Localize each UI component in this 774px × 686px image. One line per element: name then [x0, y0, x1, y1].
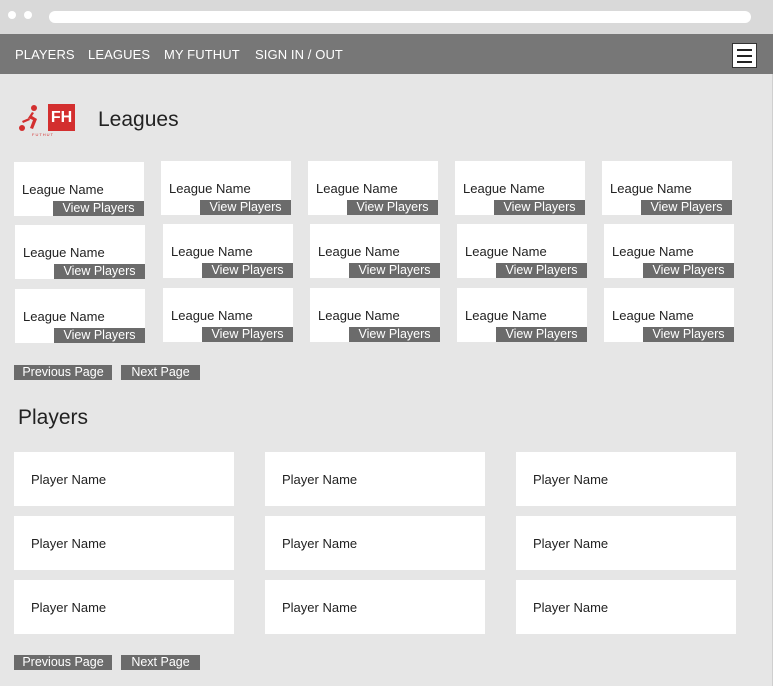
logo-mark: FH — [48, 104, 75, 131]
league-card[interactable]: League Name View Players — [15, 225, 145, 279]
player-card[interactable]: Player Name — [516, 516, 736, 570]
nav-item-players[interactable]: PLAYERS — [15, 47, 75, 62]
view-players-button[interactable]: View Players — [202, 263, 293, 278]
league-name: League Name — [318, 308, 400, 323]
players-next-page-button[interactable]: Next Page — [121, 655, 200, 670]
player-name: Player Name — [282, 600, 358, 615]
view-players-button[interactable]: View Players — [496, 263, 587, 278]
league-card[interactable]: League Name View Players — [310, 288, 440, 342]
leagues-previous-page-button[interactable]: Previous Page — [14, 365, 112, 380]
player-card[interactable]: Player Name — [14, 580, 234, 634]
league-name: League Name — [23, 245, 105, 260]
league-card[interactable]: League Name View Players — [457, 224, 587, 278]
player-kick-icon — [19, 105, 37, 131]
nav-item-sign-in-out[interactable]: SIGN IN / OUT — [255, 47, 343, 62]
league-card[interactable]: League Name View Players — [163, 224, 293, 278]
player-card[interactable]: Player Name — [265, 452, 485, 506]
browser-chrome — [0, 0, 773, 34]
leagues-title: Leagues — [98, 108, 179, 131]
league-name: League Name — [612, 244, 694, 259]
view-players-button[interactable]: View Players — [54, 264, 145, 279]
view-players-button[interactable]: View Players — [202, 327, 293, 342]
browser-window: PLAYERS LEAGUES MY FUTHUT SIGN IN / OUT … — [0, 0, 773, 686]
player-name: Player Name — [31, 536, 107, 551]
league-card[interactable]: League Name View Players — [604, 288, 734, 342]
league-name: League Name — [465, 308, 547, 323]
window-dot — [24, 11, 32, 19]
player-name: Player Name — [533, 600, 609, 615]
logo-subtext: FUTHUT — [32, 133, 54, 136]
view-players-button[interactable]: View Players — [349, 263, 440, 278]
league-name: League Name — [463, 181, 545, 196]
league-name: League Name — [171, 244, 253, 259]
players-title: Players — [18, 406, 89, 429]
hamburger-menu-icon[interactable] — [732, 43, 757, 68]
league-name: League Name — [318, 244, 400, 259]
player-name: Player Name — [282, 472, 358, 487]
leagues-next-page-button[interactable]: Next Page — [121, 365, 200, 380]
league-card[interactable]: League Name View Players — [604, 224, 734, 278]
league-card[interactable]: League Name View Players — [602, 161, 732, 215]
view-players-button[interactable]: View Players — [643, 327, 734, 342]
view-players-button[interactable]: View Players — [53, 201, 144, 216]
league-name: League Name — [610, 181, 692, 196]
futhut-logo: FH FUTHUT — [18, 104, 76, 138]
view-players-button[interactable]: View Players — [643, 263, 734, 278]
view-players-button[interactable]: View Players — [496, 327, 587, 342]
nav-item-my-futhut[interactable]: MY FUTHUT — [164, 47, 240, 62]
player-card[interactable]: Player Name — [14, 516, 234, 570]
player-name: Player Name — [31, 600, 107, 615]
view-players-button[interactable]: View Players — [494, 200, 585, 215]
player-card[interactable]: Player Name — [516, 452, 736, 506]
league-card[interactable]: League Name View Players — [457, 288, 587, 342]
league-name: League Name — [22, 182, 104, 197]
player-card[interactable]: Player Name — [265, 580, 485, 634]
player-card[interactable]: Player Name — [516, 580, 736, 634]
league-card[interactable]: League Name View Players — [15, 289, 145, 343]
player-name: Player Name — [533, 536, 609, 551]
league-name: League Name — [23, 309, 105, 324]
top-nav: PLAYERS LEAGUES MY FUTHUT SIGN IN / OUT — [0, 34, 773, 74]
player-card[interactable]: Player Name — [265, 516, 485, 570]
league-name: League Name — [316, 181, 398, 196]
player-card[interactable]: Player Name — [14, 452, 234, 506]
players-previous-page-button[interactable]: Previous Page — [14, 655, 112, 670]
league-card[interactable]: League Name View Players — [163, 288, 293, 342]
league-name: League Name — [465, 244, 547, 259]
league-card[interactable]: League Name View Players — [14, 162, 144, 216]
address-bar[interactable] — [49, 11, 751, 23]
league-name: League Name — [169, 181, 251, 196]
view-players-button[interactable]: View Players — [349, 327, 440, 342]
view-players-button[interactable]: View Players — [200, 200, 291, 215]
view-players-button[interactable]: View Players — [54, 328, 145, 343]
player-name: Player Name — [282, 536, 358, 551]
league-card[interactable]: League Name View Players — [308, 161, 438, 215]
league-name: League Name — [612, 308, 694, 323]
nav-item-leagues[interactable]: LEAGUES — [88, 47, 150, 62]
player-name: Player Name — [533, 472, 609, 487]
league-card[interactable]: League Name View Players — [455, 161, 585, 215]
league-card[interactable]: League Name View Players — [161, 161, 291, 215]
view-players-button[interactable]: View Players — [347, 200, 438, 215]
league-card[interactable]: League Name View Players — [310, 224, 440, 278]
player-name: Player Name — [31, 472, 107, 487]
view-players-button[interactable]: View Players — [641, 200, 732, 215]
league-name: League Name — [171, 308, 253, 323]
window-dot — [8, 11, 16, 19]
